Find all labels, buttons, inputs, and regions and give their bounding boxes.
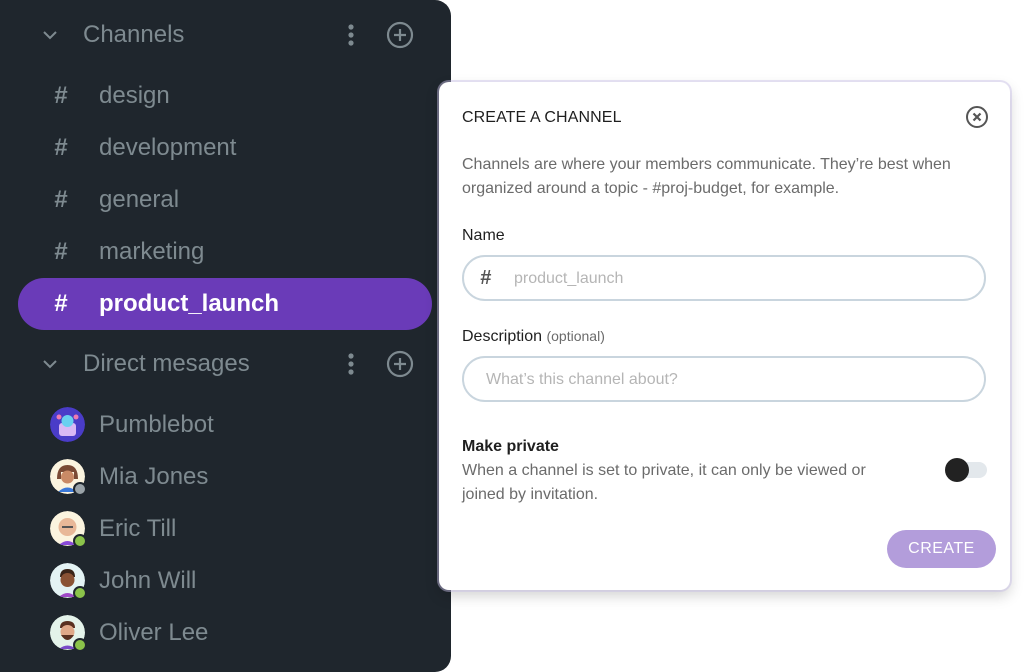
hash-icon: # bbox=[54, 186, 68, 213]
channels-section-title: Channels bbox=[83, 21, 185, 48]
channel-label: development bbox=[99, 134, 237, 161]
create-button[interactable]: CREATE bbox=[887, 530, 996, 568]
avatar bbox=[50, 407, 85, 442]
avatar bbox=[50, 615, 87, 652]
make-private-description: When a channel is set to private, it can… bbox=[462, 462, 866, 503]
chevron-down-icon[interactable] bbox=[40, 25, 60, 45]
make-private-title: Make private bbox=[462, 438, 559, 455]
dm-label: John Will bbox=[99, 567, 197, 594]
hash-icon: # bbox=[54, 290, 68, 317]
channel-item-design[interactable]: # design bbox=[18, 70, 432, 122]
hash-icon: # bbox=[54, 82, 68, 109]
avatar bbox=[50, 563, 87, 600]
dm-item-pumblebot[interactable]: Pumblebot bbox=[50, 405, 430, 445]
dialog-description: Channels are where your members communic… bbox=[462, 156, 951, 197]
description-label: Description (optional) bbox=[462, 328, 605, 346]
hash-icon: # bbox=[480, 266, 492, 289]
channel-item-development[interactable]: # development bbox=[18, 122, 432, 174]
description-field[interactable] bbox=[462, 356, 986, 402]
dm-section-title: Direct mesages bbox=[83, 350, 250, 377]
status-offline-icon bbox=[73, 482, 87, 496]
avatar bbox=[50, 511, 87, 548]
dm-label: Pumblebot bbox=[99, 411, 214, 438]
name-label: Name bbox=[462, 227, 505, 244]
hash-icon: # bbox=[54, 134, 68, 161]
bot-avatar-icon bbox=[50, 407, 85, 442]
chevron-down-icon[interactable] bbox=[40, 354, 60, 374]
status-online-icon bbox=[73, 586, 87, 600]
description-input[interactable] bbox=[486, 370, 976, 390]
channel-label: design bbox=[99, 82, 170, 109]
description-label-text: Description bbox=[462, 328, 543, 345]
toggle-knob[interactable] bbox=[945, 458, 969, 482]
close-icon[interactable] bbox=[965, 105, 989, 129]
channel-item-general[interactable]: # general bbox=[18, 174, 432, 226]
name-input[interactable] bbox=[514, 269, 974, 289]
optional-hint: (optional) bbox=[546, 328, 605, 344]
add-dm-icon[interactable] bbox=[385, 349, 415, 379]
dm-section-header[interactable]: Direct mesages bbox=[0, 344, 451, 384]
channel-item-product-launch[interactable]: # product_launch bbox=[18, 278, 432, 330]
channels-section-header[interactable]: Channels bbox=[0, 15, 451, 55]
status-away-icon bbox=[73, 638, 87, 652]
make-private-toggle[interactable] bbox=[945, 458, 987, 482]
sidebar: Channels # design # development # genera… bbox=[0, 0, 451, 672]
create-channel-dialog: CREATE A CHANNEL Channels are where your… bbox=[439, 82, 1010, 590]
dm-item-john-will[interactable]: John Will bbox=[50, 561, 430, 601]
name-field[interactable]: # bbox=[462, 255, 986, 301]
avatar bbox=[50, 459, 87, 496]
dm-item-mia-jones[interactable]: Mia Jones bbox=[50, 457, 430, 497]
channel-label: general bbox=[99, 186, 180, 213]
dm-label: Mia Jones bbox=[99, 463, 209, 490]
dm-label: Eric Till bbox=[99, 515, 177, 542]
status-away-icon bbox=[73, 534, 87, 548]
dm-item-oliver-lee[interactable]: Oliver Lee bbox=[50, 613, 430, 653]
dm-item-eric-till[interactable]: Eric Till bbox=[50, 509, 430, 549]
channel-item-marketing[interactable]: # marketing bbox=[18, 226, 432, 278]
hash-icon: # bbox=[54, 238, 68, 265]
channel-label: marketing bbox=[99, 238, 205, 265]
dm-label: Oliver Lee bbox=[99, 619, 209, 646]
more-options-icon[interactable] bbox=[341, 350, 361, 378]
dialog-title: CREATE A CHANNEL bbox=[462, 109, 622, 126]
add-channel-icon[interactable] bbox=[385, 20, 415, 50]
channel-label: product_launch bbox=[99, 290, 280, 317]
more-options-icon[interactable] bbox=[341, 21, 361, 49]
